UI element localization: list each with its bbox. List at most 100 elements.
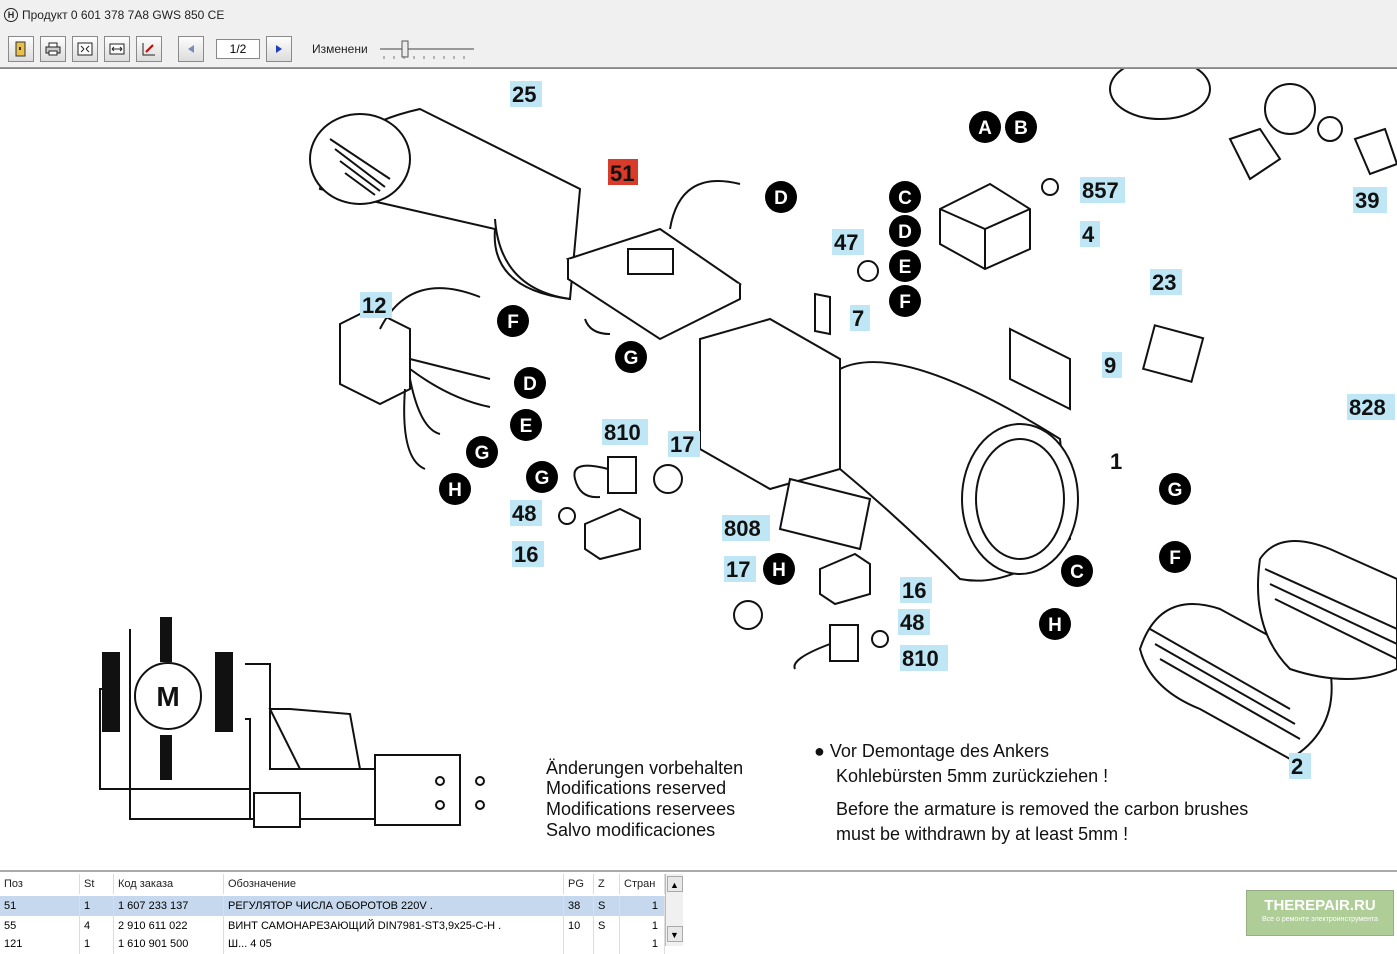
callout[interactable]: D — [774, 188, 788, 209]
part-label[interactable]: 828 — [1349, 395, 1386, 420]
callout[interactable]: F — [1169, 548, 1181, 569]
printer-icon — [45, 42, 61, 55]
toolbar: 1/2 Изменени — [0, 30, 1397, 68]
callout[interactable]: H — [448, 480, 462, 501]
arrow-left-icon — [188, 44, 194, 53]
note-line: Salvo modificaciones — [546, 820, 715, 840]
cell: 1 — [80, 896, 114, 916]
part-label[interactable]: 9 — [1104, 353, 1116, 378]
callout[interactable]: E — [899, 257, 912, 278]
parts-table: Поз St Код заказа Обозначение PG Z Стран… — [0, 870, 1397, 954]
callout[interactable]: E — [520, 416, 533, 437]
cell: 1 — [620, 916, 665, 936]
part-label[interactable]: 39 — [1355, 188, 1379, 213]
zoom-label: Изменени — [312, 41, 368, 56]
switch-assembly[interactable] — [939, 182, 1031, 271]
callout[interactable]: G — [1168, 480, 1183, 501]
part-label[interactable]: 48 — [900, 610, 924, 635]
gear-housing-1[interactable] — [699, 317, 1205, 582]
armature-2[interactable] — [1138, 540, 1397, 761]
part-label[interactable]: 2 — [1291, 754, 1303, 779]
callout[interactable]: F — [507, 312, 519, 333]
zoom-area-icon — [142, 42, 155, 55]
cell — [564, 934, 594, 954]
part-label[interactable]: 4 — [1082, 222, 1095, 247]
table-scrollbar[interactable]: ▲ ▼ — [665, 874, 683, 946]
col-header-z[interactable]: Z — [594, 874, 620, 894]
page-indicator[interactable]: 1/2 — [216, 38, 260, 59]
part-label[interactable]: 51 — [610, 161, 634, 186]
motor-housing-25[interactable] — [309, 107, 582, 301]
fit-page-icon — [77, 42, 93, 55]
clip-7[interactable] — [814, 292, 831, 336]
note-line: must be withdrawn by at least 5mm ! — [836, 824, 1128, 844]
top-right-parts[interactable] — [1109, 69, 1397, 181]
callout[interactable]: G — [475, 443, 490, 464]
table-row[interactable]: 121 1 1 610 901 500 Ш... 4 05 1 — [0, 934, 665, 954]
col-header-position[interactable]: Поз — [0, 874, 80, 894]
part-label[interactable]: 808 — [724, 516, 761, 541]
table-row[interactable]: 55 4 2 910 611 022 ВИНТ САМОНАРЕЗАЮЩИЙ D… — [0, 916, 665, 936]
cell: 4 — [80, 916, 114, 936]
label-plate-808[interactable] — [778, 477, 872, 551]
note-line: Kohlebürsten 5mm zurückziehen ! — [836, 766, 1108, 786]
part-label[interactable]: 16 — [514, 542, 538, 567]
col-header-page[interactable]: Стран — [620, 874, 665, 894]
previous-page-button[interactable] — [178, 35, 204, 62]
scroll-down-icon[interactable]: ▼ — [666, 926, 683, 942]
part-label[interactable]: 23 — [1152, 270, 1176, 295]
part-label[interactable]: 48 — [512, 501, 536, 526]
zoom-slider[interactable] — [378, 37, 478, 61]
part-label[interactable]: 810 — [604, 420, 641, 445]
exit-button[interactable] — [8, 35, 34, 62]
zoom-area-button[interactable] — [136, 35, 162, 62]
bosch-app-icon: H — [4, 8, 18, 22]
cell: РЕГУЛЯТОР ЧИСЛА ОБОРОТОВ 220V . — [224, 896, 564, 916]
callout[interactable]: A — [978, 118, 992, 139]
part-label[interactable]: 25 — [512, 82, 536, 107]
diagram-svg: M 25 51 857 4 47 7 23 9 12 828 1 39 810 … — [99, 69, 1397, 844]
scroll-up-icon[interactable]: ▲ — [666, 876, 683, 892]
callout[interactable]: H — [772, 560, 786, 581]
part-label[interactable]: 17 — [670, 432, 694, 457]
col-header-quantity[interactable]: St — [80, 874, 114, 894]
exploded-view-diagram[interactable]: M 25 51 857 4 47 7 23 9 12 828 1 39 810 … — [0, 68, 1397, 868]
col-header-pg[interactable]: PG — [564, 874, 594, 894]
springs-17[interactable] — [653, 464, 763, 630]
part-label[interactable]: 1 — [1110, 449, 1122, 474]
callout[interactable]: D — [898, 222, 912, 243]
col-header-order-code[interactable]: Код заказа — [114, 874, 224, 894]
table-row[interactable]: 51 1 1 607 233 137 РЕГУЛЯТОР ЧИСЛА ОБОРО… — [0, 896, 665, 916]
part-label[interactable]: 17 — [726, 557, 750, 582]
callout[interactable]: C — [1070, 562, 1084, 583]
fit-width-button[interactable] — [104, 35, 130, 62]
part-label[interactable]: 16 — [902, 578, 926, 603]
part-label[interactable]: 7 — [852, 306, 864, 331]
circuit-schematic[interactable]: M — [99, 617, 485, 828]
fit-page-button[interactable] — [72, 35, 98, 62]
print-button[interactable] — [40, 35, 66, 62]
part-label[interactable]: 12 — [362, 293, 386, 318]
cell: 55 — [0, 916, 80, 936]
callout[interactable]: C — [898, 188, 912, 209]
zoom-slider-thumb[interactable] — [401, 40, 409, 57]
callout[interactable]: D — [523, 374, 537, 395]
notes-right: ● Vor Demontage des Ankers Kohlebürsten … — [814, 741, 1248, 844]
col-header-description[interactable]: Обозначение — [224, 874, 564, 894]
callout[interactable]: H — [1048, 615, 1062, 636]
cell — [594, 934, 620, 954]
cell: 1 — [80, 934, 114, 954]
callout[interactable]: G — [624, 348, 639, 369]
speed-controller-51[interactable] — [565, 180, 742, 341]
part-label[interactable]: 810 — [902, 646, 939, 671]
part-label[interactable]: 857 — [1082, 178, 1119, 203]
callout[interactable]: G — [535, 468, 550, 489]
next-page-button[interactable] — [266, 35, 292, 62]
arrow-right-icon — [276, 44, 282, 53]
cell: Ш... 4 05 — [224, 934, 564, 954]
part-label[interactable]: 47 — [834, 230, 858, 255]
cell: 1 610 901 500 — [114, 934, 224, 954]
callout[interactable]: F — [899, 292, 911, 313]
callout[interactable]: B — [1014, 118, 1028, 139]
cell: 2 910 611 022 — [114, 916, 224, 936]
